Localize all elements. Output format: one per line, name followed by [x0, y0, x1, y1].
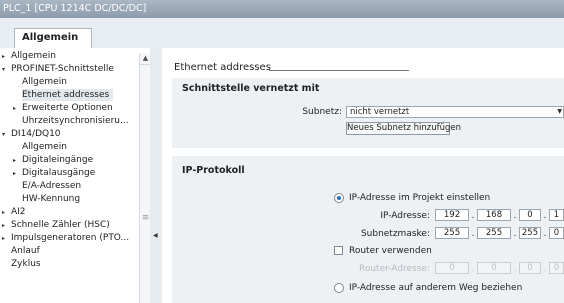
use-router-label: Router verwenden: [349, 246, 432, 256]
octet-separator: .: [543, 264, 547, 274]
expand-arrow-icon[interactable]: ▸: [13, 103, 22, 115]
router-octet-2[interactable]: 0: [477, 262, 511, 274]
router-octet-3[interactable]: 0: [519, 262, 541, 274]
ip-octet-4[interactable]: 1: [549, 209, 564, 221]
octet-separator: .: [543, 211, 547, 221]
nav-item-label: Erweiterte Optionen: [22, 103, 113, 113]
nav-item-digital-inputs[interactable]: ▸ Digitaleingänge: [13, 154, 93, 166]
window-title: PLC_1 [CPU 1214C DC/DC/DC]: [0, 0, 564, 18]
expand-arrow-icon[interactable]: ▸: [2, 51, 11, 63]
nav-item-ethernet-addresses[interactable]: Ethernet addresses: [22, 89, 114, 101]
interface-group: Schnittstelle vernetzt mit Subnetz: nich…: [172, 78, 564, 148]
router-octet-4[interactable]: 0: [549, 262, 564, 274]
expand-arrow-icon[interactable]: ▸: [13, 155, 22, 167]
ip-in-project-label: IP-Adresse im Projekt einstellen: [349, 193, 491, 203]
nav-item-profinet-general[interactable]: Allgemein: [22, 76, 67, 88]
mask-octet-4[interactable]: 0: [549, 227, 564, 239]
nav-item-ai2[interactable]: ▸ AI2: [2, 206, 26, 218]
nav-item-label: AI2: [11, 207, 26, 217]
octet-separator: .: [513, 264, 517, 274]
subnet-mask-label: Subnetzmaske:: [360, 229, 430, 239]
mask-octet-2[interactable]: 255: [477, 227, 511, 239]
mask-octet-1[interactable]: 255: [435, 227, 469, 239]
nav-item-label: Anlauf: [11, 246, 40, 256]
nav-item-profinet-interface[interactable]: ▾ PROFINET-Schnittstelle: [2, 63, 114, 75]
nav-item-label: Schnelle Zähler (HSC): [11, 220, 110, 230]
tab-strip: Allgemein: [0, 18, 564, 48]
nav-item-label: Impulsgeneratoren (PTO...: [11, 233, 130, 243]
nav-item-general[interactable]: ▸ Allgemein: [2, 50, 56, 62]
use-router-checkbox[interactable]: [334, 246, 343, 255]
nav-item-label: Digitalausgänge: [22, 168, 96, 178]
collapse-arrow-icon[interactable]: ▾: [2, 129, 11, 141]
navigation-tree: ▸ Allgemein ▾ PROFINET-Schnittstelle Allge…: [0, 48, 151, 303]
mask-octet-3[interactable]: 255: [519, 227, 541, 239]
octet-separator: .: [471, 211, 475, 221]
ip-octet-1[interactable]: 192: [435, 209, 469, 221]
nav-item-label: DI14/DQ10: [11, 129, 61, 139]
nav-item-label: Digitaleingänge: [22, 155, 94, 165]
ip-address-label: IP-Adresse:: [380, 211, 430, 221]
nav-item-label: Allgemein: [22, 142, 67, 152]
collapse-arrow-icon[interactable]: ▾: [2, 64, 11, 76]
ip-octet-3[interactable]: 0: [519, 209, 541, 221]
nav-item-time-sync[interactable]: Uhrzeitsynchronisieru...: [22, 115, 129, 127]
nav-item-io-general[interactable]: Allgemein: [22, 141, 67, 153]
section-title: Ethernet addresses: [174, 62, 271, 73]
expand-arrow-icon[interactable]: ▸: [2, 220, 11, 232]
subnet-label: Subnetz:: [302, 107, 342, 117]
nav-item-label: Ethernet addresses: [22, 90, 110, 100]
dropdown-arrow-icon[interactable]: ▼: [557, 107, 562, 117]
panel-splitter[interactable]: ◀: [150, 48, 162, 303]
collapse-left-icon[interactable]: ◀: [153, 232, 159, 242]
nav-item-label: PROFINET-Schnittstelle: [11, 64, 114, 74]
octet-separator: .: [471, 264, 475, 274]
ip-octet-2[interactable]: 168: [477, 209, 511, 221]
ip-other-way-label: IP-Adresse auf anderem Weg beziehen: [349, 283, 523, 293]
nav-item-hw-id[interactable]: HW-Kennung: [22, 193, 80, 205]
interface-group-title: Schnittstelle vernetzt mit: [182, 83, 320, 94]
nav-item-hsc[interactable]: ▸ Schnelle Zähler (HSC): [2, 219, 110, 231]
expand-arrow-icon[interactable]: ▸: [2, 207, 11, 219]
ip-protocol-group: IP-Protokoll IP-Adresse im Projekt einst…: [172, 156, 564, 303]
octet-separator: .: [513, 211, 517, 221]
nav-item-digital-outputs[interactable]: ▸ Digitalausgänge: [13, 167, 95, 179]
nav-item-startup[interactable]: Anlauf: [11, 245, 40, 257]
ip-other-way-radio[interactable]: [334, 283, 344, 293]
nav-item-pulse-generators[interactable]: ▸ Impulsgeneratoren (PTO...: [2, 232, 129, 244]
properties-panel: Ethernet addresses Schnittstelle vernetz…: [162, 48, 564, 303]
section-divider: [269, 70, 409, 71]
nav-item-label: Allgemein: [11, 51, 56, 61]
nav-item-label: Uhrzeitsynchronisieru...: [22, 116, 129, 126]
octet-separator: .: [471, 229, 475, 239]
octet-separator: .: [543, 229, 547, 239]
nav-item-label: E/A-Adressen: [22, 181, 82, 191]
add-subnet-button[interactable]: Neues Subnetz hinzufügen: [346, 122, 461, 135]
octet-separator: .: [513, 229, 517, 239]
nav-item-io-addresses[interactable]: E/A-Adressen: [22, 180, 81, 192]
router-address-label: Router-Adresse:: [359, 264, 430, 274]
nav-item-advanced-options[interactable]: ▸ Erweiterte Optionen: [13, 102, 113, 114]
ip-protocol-title: IP-Protokoll: [182, 165, 245, 176]
scroll-grip-icon[interactable]: ≡: [141, 213, 150, 223]
expand-arrow-icon[interactable]: ▸: [2, 233, 11, 245]
subnet-value: nicht vernetzt: [350, 107, 410, 117]
subnet-select[interactable]: nicht vernetzt ▼: [346, 106, 564, 118]
router-octet-1[interactable]: 0: [435, 262, 469, 274]
expand-arrow-icon[interactable]: ▸: [13, 168, 22, 180]
tab-general[interactable]: Allgemein: [14, 28, 92, 48]
nav-item-label: Allgemein: [22, 77, 67, 87]
ip-in-project-radio[interactable]: [334, 193, 344, 203]
nav-item-cycle[interactable]: Zyklus: [11, 258, 41, 270]
nav-item-di14-dq10[interactable]: ▾ DI14/DQ10: [2, 128, 61, 140]
nav-item-label: HW-Kennung: [22, 194, 81, 204]
nav-item-label: Zyklus: [11, 259, 41, 269]
